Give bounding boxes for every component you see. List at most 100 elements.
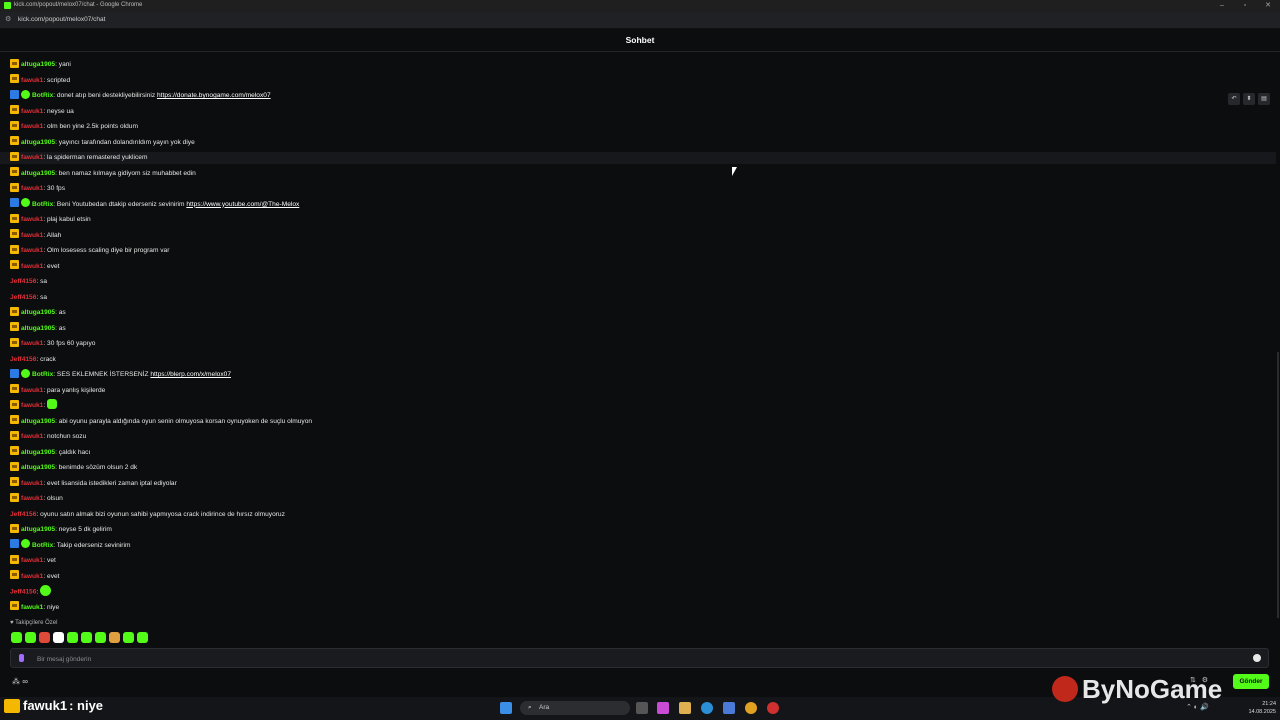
chat-message[interactable]: BotRix: Takip ederseniz sevinirim <box>10 539 130 552</box>
chat-message[interactable]: BotRix: SES EKLEMNEK İSTERSENİZ https://… <box>10 368 231 381</box>
url-text[interactable]: kick.com/popout/melox07/chat <box>18 16 105 23</box>
chat-message[interactable]: fawuk1: Olm losesess scaling diye bir pr… <box>10 244 169 257</box>
chat-username[interactable]: fawuk1 <box>21 185 43 192</box>
taskbar-clock[interactable]: 21:24 14.08.2025 <box>1238 700 1276 716</box>
points-indicator[interactable]: ⁂ ∞ <box>12 677 28 686</box>
chat-username[interactable]: BotRix <box>32 201 53 208</box>
chat-username[interactable]: altuga1905 <box>21 418 55 425</box>
chat-message[interactable]: fawuk1: <box>10 399 58 412</box>
chat-message[interactable]: fawuk1: 30 fps 60 yapıyo <box>10 337 95 350</box>
chat-message[interactable]: BotRix: donet atıp beni destekliyebilirs… <box>10 89 271 102</box>
emote-icon[interactable] <box>25 632 36 643</box>
chat-message[interactable]: fawuk1: scripted <box>10 74 70 87</box>
chat-message[interactable]: fawuk1: 30 fps <box>10 182 65 195</box>
chat-message[interactable]: fawuk1: notchun sozu <box>10 430 86 443</box>
chat-message[interactable]: Jeff4156: sa <box>10 276 47 288</box>
chat-username[interactable]: fawuk1 <box>21 216 43 223</box>
emote-icon[interactable] <box>95 632 106 643</box>
chat-message[interactable]: fawuk1: evet <box>10 260 60 273</box>
chat-username[interactable]: Jeff4156 <box>10 278 36 285</box>
chat-message[interactable]: altuga1905: ben namaz kılmaya gidiyom si… <box>10 167 196 180</box>
address-bar[interactable]: ⚙ kick.com/popout/melox07/chat <box>0 12 1280 29</box>
file-explorer-icon[interactable] <box>679 702 691 714</box>
chat-message[interactable]: altuga1905: as <box>10 306 66 319</box>
chat-message[interactable]: altuga1905: yani <box>10 58 71 71</box>
chat-username[interactable]: fawuk1 <box>21 77 43 84</box>
chat-input-box[interactable] <box>10 648 1269 668</box>
chat-message[interactable]: BotRix: Beni Youtubedan dtakip ederseniz… <box>10 198 299 211</box>
chat-message[interactable]: altuga1905: neyse 5 dk gelirim <box>10 523 112 536</box>
chat-username[interactable]: fawuk1 <box>21 247 43 254</box>
chat-message[interactable]: altuga1905: benimde sözüm olsun 2 dk <box>10 461 137 474</box>
chat-username[interactable]: fawuk1 <box>21 402 43 409</box>
chat-message-link[interactable]: https://www.youtube.com/@The-Melox <box>186 201 299 208</box>
task-view-icon[interactable] <box>636 702 648 714</box>
delete-icon[interactable]: ▤ <box>1258 93 1270 105</box>
chat-message[interactable]: fawuk1: niye <box>10 601 59 614</box>
chat-message[interactable]: fawuk1: la spiderman remastered yuklicem <box>0 151 1276 164</box>
emote-icon[interactable] <box>81 632 92 643</box>
emote-icon[interactable] <box>123 632 134 643</box>
chat-username[interactable]: Jeff4156 <box>10 356 36 363</box>
chat-username[interactable]: fawuk1 <box>21 604 43 611</box>
chat-username[interactable]: altuga1905 <box>21 325 55 332</box>
maximize-button[interactable]: ▫ <box>1238 1 1252 11</box>
chat-username[interactable]: fawuk1 <box>21 387 43 394</box>
chat-username[interactable]: altuga1905 <box>21 309 55 316</box>
store-icon[interactable] <box>723 702 735 714</box>
chat-username[interactable]: BotRix <box>32 542 53 549</box>
emote-icon[interactable] <box>39 632 50 643</box>
chat-username[interactable]: altuga1905 <box>21 449 55 456</box>
chat-username[interactable]: altuga1905 <box>21 61 55 68</box>
minimize-button[interactable]: – <box>1215 1 1229 11</box>
chat-message[interactable]: fawuk1: para yanlış kişilerde <box>10 384 105 397</box>
chat-message-input[interactable] <box>35 652 1239 666</box>
chat-message[interactable]: Jeff4156: <box>10 585 52 598</box>
emote-icon[interactable] <box>137 632 148 643</box>
chat-message[interactable]: Jeff4156: sa <box>10 292 47 304</box>
site-info-icon[interactable]: ⚙ <box>5 16 12 23</box>
edge-icon[interactable] <box>701 702 713 714</box>
chat-username[interactable]: altuga1905 <box>21 526 55 533</box>
chat-username[interactable]: fawuk1 <box>21 433 43 440</box>
chat-message[interactable]: Jeff4156: oyunu satın almak bizi oyunun … <box>10 509 285 521</box>
chat-message[interactable]: altuga1905: yayıncı tarafından dolandırı… <box>10 136 195 149</box>
chat-username[interactable]: fawuk1 <box>21 108 43 115</box>
chat-message[interactable]: fawuk1: plaj kabul etsin <box>10 213 91 226</box>
opera-gx-icon[interactable] <box>767 702 779 714</box>
chat-message[interactable]: fawuk1: neyse ua <box>10 105 74 118</box>
chat-username[interactable]: Jeff4156 <box>10 588 36 595</box>
taskbar-search[interactable]: ⌕ Ara <box>520 701 630 715</box>
emote-icon[interactable] <box>11 632 22 643</box>
chat-username[interactable]: BotRix <box>32 371 53 378</box>
chat-username[interactable]: fawuk1 <box>21 123 43 130</box>
mic-icon[interactable] <box>19 654 24 662</box>
chat-message[interactable]: fawuk1: olsun <box>10 492 63 505</box>
chat-message[interactable]: fawuk1: evet lisansida istedikleri zaman… <box>10 477 177 490</box>
copilot-icon[interactable] <box>657 702 669 714</box>
chat-username[interactable]: fawuk1 <box>21 480 43 487</box>
chat-username[interactable]: Jeff4156 <box>10 294 36 301</box>
chat-username[interactable]: fawuk1 <box>21 154 43 161</box>
pin-icon[interactable]: ⬍ <box>1243 93 1255 105</box>
chat-username[interactable]: fawuk1 <box>21 557 43 564</box>
chat-message[interactable]: fawuk1: Allah <box>10 229 61 242</box>
chat-message[interactable]: altuga1905: abi oyunu parayla aldığında … <box>10 415 312 428</box>
chat-message[interactable]: fawuk1: olm ben yine 2.5k points oldum <box>10 120 138 133</box>
chat-message[interactable]: altuga1905: çaldık hacı <box>10 446 90 459</box>
chat-message-list[interactable]: altuga1905: yani fawuk1: scripted BotRix: … <box>0 52 1276 618</box>
chat-message[interactable]: altuga1905: as <box>10 322 66 335</box>
chat-message-link[interactable]: https://blerp.com/x/melox07 <box>150 371 231 378</box>
chat-username[interactable]: fawuk1 <box>21 263 43 270</box>
settings-dots-icon[interactable]: ⁂ <box>12 677 20 686</box>
chat-username[interactable]: altuga1905 <box>21 170 55 177</box>
emote-icon[interactable] <box>109 632 120 643</box>
emote-icon[interactable] <box>53 632 64 643</box>
chat-username[interactable]: altuga1905 <box>21 139 55 146</box>
chat-scrollbar[interactable] <box>1276 52 1280 618</box>
chat-message-link[interactable]: https://donate.bynogame.com/melox07 <box>157 92 271 99</box>
chrome-icon[interactable] <box>745 702 757 714</box>
emoji-picker-icon[interactable] <box>1253 654 1261 662</box>
start-icon[interactable] <box>500 702 512 714</box>
chat-username[interactable]: BotRix <box>32 92 53 99</box>
